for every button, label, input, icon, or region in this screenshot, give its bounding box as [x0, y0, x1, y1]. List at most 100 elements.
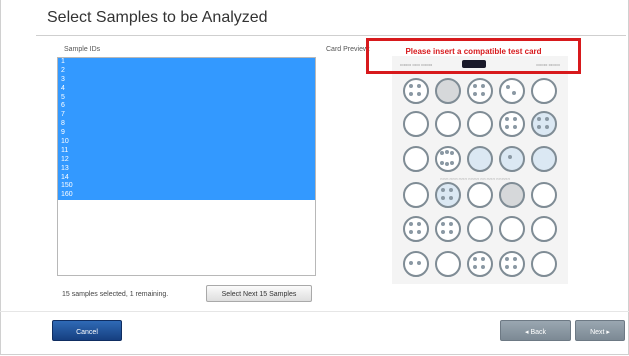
back-button[interactable]: ◂ Back — [500, 320, 571, 341]
card-well — [499, 78, 525, 104]
well-dot — [506, 85, 510, 89]
card-well — [531, 78, 557, 104]
title-divider — [36, 35, 626, 36]
page-title: Select Samples to be Analyzed — [47, 9, 268, 26]
sample-list-item[interactable]: 13 — [58, 164, 315, 174]
card-well — [467, 111, 493, 137]
well-dot — [505, 117, 509, 121]
sample-list-item[interactable]: 8 — [58, 120, 315, 130]
card-well — [467, 146, 493, 172]
cancel-button[interactable]: Cancel — [52, 320, 122, 341]
well-dot — [481, 265, 485, 269]
card-well — [499, 146, 525, 172]
well-dot — [505, 265, 509, 269]
well-dot — [417, 222, 421, 226]
well-dot — [449, 188, 453, 192]
well-dot — [449, 196, 453, 200]
well-dot — [440, 151, 444, 155]
card-well — [403, 111, 429, 137]
card-mid-text: ▭▭▭ ▭▭▭ ▭▭▭ ▭▭▭▭ ▭▭ ▭▭▭ ▭▭▭▭▭ — [440, 177, 511, 181]
card-well — [499, 182, 525, 208]
well-dot — [513, 125, 517, 129]
well-dot — [473, 257, 477, 261]
well-dot — [545, 125, 549, 129]
well-dot — [450, 151, 454, 155]
well-dot — [473, 92, 477, 96]
well-dot — [450, 161, 454, 165]
sample-list-item[interactable]: 2 — [58, 66, 315, 76]
card-well — [435, 182, 461, 208]
card-well — [499, 216, 525, 242]
card-well — [531, 216, 557, 242]
sample-list-item[interactable]: 11 — [58, 146, 315, 156]
card-well — [403, 216, 429, 242]
card-well — [403, 251, 429, 277]
card-well — [435, 78, 461, 104]
sample-list-item[interactable]: 3 — [58, 75, 315, 85]
well-dot — [445, 150, 449, 154]
well-dot — [445, 162, 449, 166]
well-dot — [473, 265, 477, 269]
well-dot — [409, 230, 413, 234]
card-well — [467, 78, 493, 104]
card-well — [499, 111, 525, 137]
card-well — [467, 216, 493, 242]
sample-list-item[interactable]: 10 — [58, 138, 315, 147]
card-well — [403, 78, 429, 104]
card-well — [531, 182, 557, 208]
well-dot — [449, 230, 453, 234]
well-dot — [441, 196, 445, 200]
incompatible-card-warning: Please insert a compatible test card — [366, 38, 581, 74]
sample-list-item[interactable]: 14 — [58, 173, 315, 183]
card-well — [403, 182, 429, 208]
sample-list-item[interactable]: 7 — [58, 111, 315, 121]
select-next-samples-button[interactable]: Select Next 15 Samples — [206, 285, 312, 302]
card-well — [531, 251, 557, 277]
selection-status: 15 samples selected, 1 remaining. — [62, 291, 169, 298]
card-preview-label: Card Preview: — [326, 46, 370, 53]
sample-list-item[interactable]: 160 — [58, 191, 315, 201]
well-dot — [512, 91, 516, 95]
card-well — [531, 111, 557, 137]
card-well — [435, 146, 461, 172]
well-dot — [545, 117, 549, 121]
well-dot — [440, 161, 444, 165]
well-dot — [417, 261, 421, 265]
well-dot — [513, 117, 517, 121]
sample-list-item[interactable]: 1 — [58, 58, 315, 67]
sample-list-item[interactable]: 150 — [58, 182, 315, 192]
well-dot — [537, 117, 541, 121]
well-dot — [441, 230, 445, 234]
well-dot — [409, 261, 413, 265]
sample-list-item[interactable]: 9 — [58, 129, 315, 139]
well-dot — [417, 230, 421, 234]
card-well — [499, 251, 525, 277]
well-dot — [409, 222, 413, 226]
sample-ids-label: Sample IDs — [64, 46, 101, 53]
well-dot — [417, 84, 421, 88]
well-dot — [481, 84, 485, 88]
sample-list-item[interactable]: 6 — [58, 102, 315, 112]
well-dot — [409, 84, 413, 88]
card-well — [435, 111, 461, 137]
footer-divider — [0, 311, 629, 312]
card-well — [467, 182, 493, 208]
well-dot — [537, 125, 541, 129]
card-well — [435, 216, 461, 242]
sample-list-item[interactable]: 12 — [58, 155, 315, 165]
sample-list-item[interactable]: 4 — [58, 84, 315, 94]
sample-id-list[interactable]: 1 2 3 4 5 6 7 8 9 10 11 12 13 14 150 160 — [57, 57, 316, 276]
well-dot — [473, 84, 477, 88]
next-button[interactable]: Next ▸ — [575, 320, 625, 341]
sample-list-item[interactable]: 5 — [58, 93, 315, 103]
card-well — [467, 251, 493, 277]
card-well — [531, 146, 557, 172]
card-well — [435, 251, 461, 277]
well-dot — [508, 155, 512, 159]
well-dot — [449, 222, 453, 226]
well-dot — [505, 257, 509, 261]
well-dot — [441, 222, 445, 226]
well-dot — [505, 125, 509, 129]
well-dot — [441, 188, 445, 192]
card-well — [403, 146, 429, 172]
